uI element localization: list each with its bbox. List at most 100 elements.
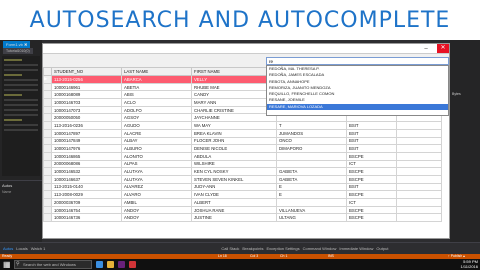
table-cell[interactable]: AMBIL xyxy=(121,198,192,207)
table-cell[interactable]: BSIT xyxy=(346,121,397,130)
editor-tab-secondary[interactable]: Tutorial1010(0) xyxy=(3,48,33,54)
table-row[interactable]: 20000068086 ALPAS WILSHIRE ICT xyxy=(43,159,442,169)
table-cell[interactable]: BSIT xyxy=(346,136,397,146)
table-cell[interactable]: JUMANDOS xyxy=(276,128,347,138)
table-cell[interactable]: ALUTAYA xyxy=(121,174,192,184)
table-cell[interactable]: 20000050050 xyxy=(51,113,122,123)
table-cell[interactable]: 10000147976 xyxy=(51,144,122,153)
search-input[interactable]: re xyxy=(266,57,449,65)
table-cell[interactable]: 10000168089 xyxy=(51,90,122,100)
tool-tab[interactable]: Autos xyxy=(3,246,13,251)
editor-tab[interactable]: Form1.vb ✖ xyxy=(3,41,31,48)
table-cell[interactable]: JUDY-ANN xyxy=(191,182,277,192)
table-cell[interactable]: 10000147073 xyxy=(51,105,122,115)
table-cell[interactable]: ALUTAYA xyxy=(121,167,192,176)
table-cell[interactable]: WA MAY xyxy=(191,121,277,130)
table-cell[interactable]: ULTANG xyxy=(276,213,347,223)
table-cell[interactable]: ICT xyxy=(346,159,397,169)
row-selector[interactable] xyxy=(43,182,52,192)
column-header[interactable]: STUDENT_NO xyxy=(51,67,122,76)
row-selector[interactable] xyxy=(43,113,52,123)
table-cell[interactable]: GABIETA xyxy=(276,167,347,176)
table-cell[interactable]: BSCPE xyxy=(346,213,397,223)
table-row[interactable]: 10000147897 ALACRE BREA KLAVIN JUMANDOS BSIT xyxy=(43,128,442,138)
table-cell[interactable]: FLOCER JOHN xyxy=(191,136,277,146)
table-cell[interactable]: 20000068086 xyxy=(51,159,122,169)
table-cell[interactable]: 113-2008-0029 xyxy=(51,190,122,199)
table-cell[interactable]: GABIETA xyxy=(276,174,347,184)
table-cell[interactable] xyxy=(396,128,442,138)
table-cell[interactable] xyxy=(396,198,442,207)
row-selector[interactable] xyxy=(43,213,52,223)
table-cell[interactable]: DIMAPORO xyxy=(276,144,347,153)
table-cell[interactable]: E xyxy=(276,182,347,192)
table-cell[interactable]: BSIT xyxy=(346,182,397,192)
table-cell[interactable]: 10000146754 xyxy=(51,205,122,215)
table-cell[interactable] xyxy=(276,151,347,161)
table-cell[interactable]: JUSTINE xyxy=(191,213,277,223)
table-cell[interactable] xyxy=(396,167,442,176)
table-row[interactable]: 10000146865 ALONITO ABDULA BSCPE xyxy=(43,151,442,161)
table-cell[interactable]: CHARLIE CRISTINE xyxy=(191,105,277,115)
table-row[interactable]: 10000146637 ALUTAYA STEVEN SEVEN KINKEL GAB… xyxy=(43,174,442,184)
table-cell[interactable]: ALPAS xyxy=(121,159,192,169)
table-cell[interactable]: STEVEN SEVEN KINKEL xyxy=(191,174,277,184)
app-icon[interactable] xyxy=(129,261,136,268)
tool-tab[interactable]: Locals xyxy=(16,246,28,251)
table-cell[interactable]: ALACRE xyxy=(121,128,192,138)
row-selector[interactable] xyxy=(43,174,52,184)
table-cell[interactable] xyxy=(396,174,442,184)
table-row[interactable]: 113-2015-0140 ALVAREZ JUDY-ANN E BSIT xyxy=(43,182,442,192)
table-cell[interactable]: 10000146532 xyxy=(51,167,122,176)
table-cell[interactable]: DENISE NICOLE xyxy=(191,144,277,153)
table-cell[interactable]: 10000146703 xyxy=(51,98,122,107)
table-cell[interactable]: ALBERT xyxy=(191,198,277,207)
table-cell[interactable]: 10000147849 xyxy=(51,136,122,146)
table-cell[interactable]: ABARCA xyxy=(121,75,192,84)
table-cell[interactable]: ALONITO xyxy=(121,151,192,161)
column-header[interactable]: LAST NAME xyxy=(121,67,192,76)
table-cell[interactable]: BSCPE xyxy=(346,167,397,176)
table-cell[interactable]: 20000036709 xyxy=(51,198,122,207)
table-cell[interactable]: MARY ANN xyxy=(191,98,277,107)
table-cell[interactable]: 113-2016-0236 xyxy=(51,121,122,130)
file-explorer-icon[interactable] xyxy=(107,261,114,268)
suggestion-item[interactable]: RESARE, MARIOVA LOZADA xyxy=(267,103,448,111)
table-cell[interactable]: ABETIA xyxy=(121,82,192,92)
table-cell[interactable]: IVAN CLYDE xyxy=(191,190,277,199)
table-cell[interactable]: ABDULA xyxy=(191,151,277,161)
table-cell[interactable]: 10000147897 xyxy=(51,128,122,138)
table-cell[interactable]: 113-2015-0140 xyxy=(51,182,122,192)
tool-tab[interactable]: Breakpoints xyxy=(242,246,263,251)
table-cell[interactable]: BSCPE xyxy=(346,190,397,199)
row-selector[interactable] xyxy=(43,82,52,92)
table-cell[interactable]: 10000146736 xyxy=(51,213,122,223)
table-row[interactable]: 10000146736 ANDOY JUSTINE ULTANG BSCPE xyxy=(43,213,442,223)
code-area[interactable] xyxy=(2,56,40,176)
row-selector[interactable] xyxy=(43,205,52,215)
tool-tab[interactable]: Immediate Window xyxy=(339,246,373,251)
table-cell[interactable]: ANDOY xyxy=(121,213,192,223)
table-cell[interactable]: ONCO xyxy=(276,136,347,146)
table-cell[interactable]: ALVARO xyxy=(121,190,192,199)
table-cell[interactable] xyxy=(276,159,347,169)
table-cell[interactable] xyxy=(396,151,442,161)
table-cell[interactable]: VILLANUEVA xyxy=(276,205,347,215)
table-cell[interactable] xyxy=(396,182,442,192)
table-cell[interactable]: 113-2015-0256 xyxy=(51,75,122,84)
table-row[interactable]: 20000036709 AMBIL ALBERT ICT xyxy=(43,198,442,207)
tool-tab[interactable]: Call Stack xyxy=(221,246,239,251)
row-selector[interactable] xyxy=(43,121,52,130)
row-selector[interactable] xyxy=(43,159,52,169)
table-cell[interactable]: 10000146961 xyxy=(51,82,122,92)
row-selector[interactable] xyxy=(43,167,52,176)
table-cell[interactable] xyxy=(276,198,347,207)
table-row[interactable]: 10000146532 ALUTAYA KEN CYL NOSKY GABIETA BS… xyxy=(43,167,442,176)
table-cell[interactable]: 10000146865 xyxy=(51,151,122,161)
tool-tab[interactable]: Watch 1 xyxy=(31,246,46,251)
table-cell[interactable]: RHUBE MAE xyxy=(191,82,277,92)
table-cell[interactable]: WILSHIRE xyxy=(191,159,277,169)
taskbar-search-input[interactable]: Search the web and Windows xyxy=(14,260,92,269)
table-cell[interactable] xyxy=(396,121,442,130)
table-cell[interactable] xyxy=(396,190,442,199)
